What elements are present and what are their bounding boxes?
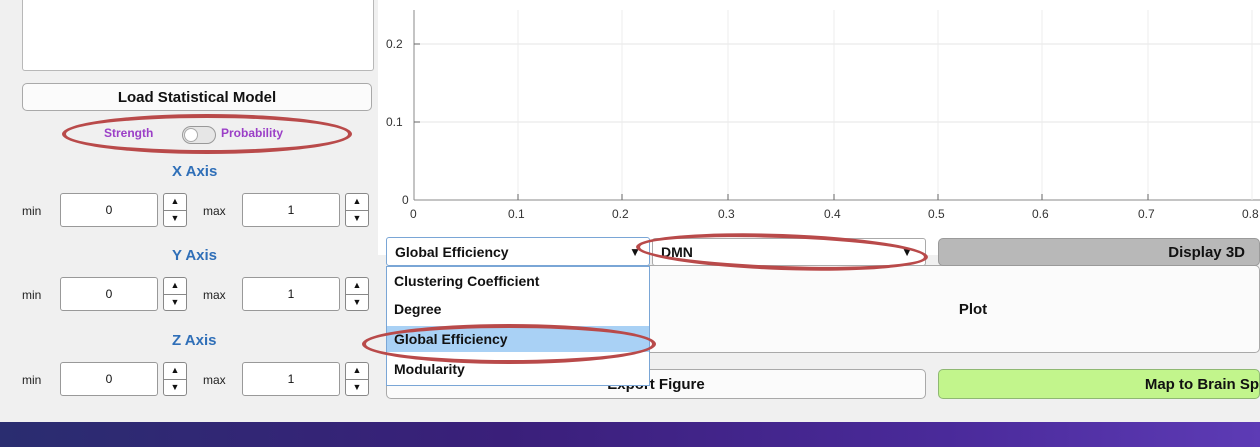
annotation-ellipse [62, 114, 352, 154]
map-to-brain-button[interactable]: Map to Brain Sp [938, 369, 1260, 399]
z-max-stepper[interactable]: ▲ ▼ [345, 362, 369, 396]
x-max-stepper[interactable]: ▲ ▼ [345, 193, 369, 227]
y-max-label: max [203, 288, 226, 302]
dropdown-option[interactable]: Clustering Coefficient [394, 273, 539, 289]
down-icon[interactable]: ▼ [346, 211, 368, 227]
x-tick-label: 0.1 [508, 207, 525, 221]
down-icon[interactable]: ▼ [346, 295, 368, 311]
x-axis-title: X Axis [172, 163, 218, 180]
x-tick-label: 0.2 [612, 207, 629, 221]
up-icon[interactable]: ▲ [346, 194, 368, 211]
x-min-label: min [22, 204, 42, 218]
z-max-label: max [203, 373, 226, 387]
down-icon[interactable]: ▼ [164, 295, 186, 311]
x-min-stepper[interactable]: ▲ ▼ [163, 193, 187, 227]
load-statistical-model-button[interactable]: Load Statistical Model [22, 83, 372, 111]
up-icon[interactable]: ▲ [346, 363, 368, 380]
x-tick-label: 0.6 [1032, 207, 1049, 221]
plot-button-label: Plot [958, 300, 988, 318]
y-axis-title: Y Axis [172, 247, 218, 264]
x-tick-label: 0 [410, 207, 417, 221]
x-tick-label: 0.3 [718, 207, 735, 221]
up-icon[interactable]: ▲ [164, 278, 186, 295]
x-tick-label: 0.8 [1242, 207, 1259, 221]
dropdown-option[interactable]: Modularity [394, 361, 465, 377]
dropdown-option[interactable]: Degree [394, 301, 441, 317]
y-max-stepper[interactable]: ▲ ▼ [345, 277, 369, 311]
y-tick-label: 0.2 [386, 37, 403, 51]
y-max-field[interactable]: 1 [242, 277, 340, 311]
annotation-ellipse [362, 324, 656, 364]
x-tick-label: 0.5 [928, 207, 945, 221]
x-min-field[interactable]: 0 [60, 193, 158, 227]
metric-select-value: Global Efficiency [395, 243, 509, 260]
x-tick-label: 0.7 [1138, 207, 1155, 221]
up-icon[interactable]: ▲ [164, 194, 186, 211]
z-max-field[interactable]: 1 [242, 362, 340, 396]
z-min-label: min [22, 373, 42, 387]
x-tick-label: 0.4 [824, 207, 841, 221]
z-min-stepper[interactable]: ▲ ▼ [163, 362, 187, 396]
display-3d-button[interactable]: Display 3D [938, 238, 1260, 266]
model-listbox[interactable] [22, 0, 374, 71]
down-icon[interactable]: ▼ [164, 380, 186, 396]
y-min-field[interactable]: 0 [60, 277, 158, 311]
desktop-background [0, 422, 1260, 447]
up-icon[interactable]: ▲ [164, 363, 186, 380]
y-min-stepper[interactable]: ▲ ▼ [163, 277, 187, 311]
plot-axes: 0.2 0.1 0 0 0.1 0.2 0.3 0.4 0.5 0.6 0.7 … [378, 0, 1260, 255]
up-icon[interactable]: ▲ [346, 278, 368, 295]
z-axis-title: Z Axis [172, 332, 217, 349]
x-max-field[interactable]: 1 [242, 193, 340, 227]
y-tick-label: 0 [402, 193, 409, 207]
down-icon[interactable]: ▼ [164, 211, 186, 227]
z-min-field[interactable]: 0 [60, 362, 158, 396]
y-tick-label: 0.1 [386, 115, 403, 129]
down-icon[interactable]: ▼ [346, 380, 368, 396]
x-max-label: max [203, 204, 226, 218]
metric-select[interactable]: Global Efficiency ▼ [386, 237, 650, 266]
y-min-label: min [22, 288, 42, 302]
